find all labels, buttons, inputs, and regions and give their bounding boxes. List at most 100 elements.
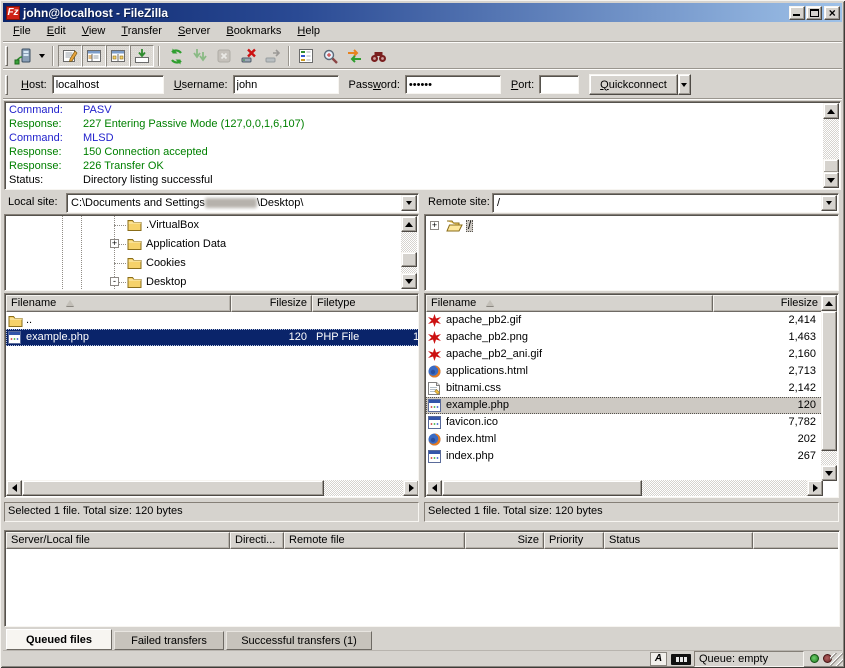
tree-item-label[interactable]: / — [466, 220, 473, 232]
tree-item[interactable]: Application Data — [6, 235, 401, 254]
remote-horizontal-scrollbar[interactable] — [426, 480, 823, 496]
password-input[interactable] — [405, 75, 501, 94]
tree-item[interactable]: Desktop — [6, 273, 401, 289]
column-header-server-local-file[interactable]: Server/Local file — [6, 532, 230, 549]
tree-expander[interactable] — [110, 277, 119, 286]
minimize-button[interactable] — [789, 6, 805, 20]
log-vertical-scrollbar[interactable] — [823, 103, 839, 188]
cancel-operation-button[interactable] — [212, 45, 236, 67]
scrollbar-thumb[interactable] — [823, 159, 839, 173]
menu-view[interactable]: View — [74, 23, 114, 40]
menu-server[interactable]: Server — [170, 23, 218, 40]
scroll-down-button[interactable] — [821, 465, 837, 481]
menu-file[interactable]: File — [5, 23, 39, 40]
username-input[interactable] — [233, 75, 339, 94]
menu-bookmarks[interactable]: Bookmarks — [218, 23, 289, 40]
title-bar[interactable]: Fz john@localhost - FileZilla × — [3, 3, 842, 22]
scrollbar-thumb[interactable] — [22, 480, 324, 496]
column-header-direction[interactable]: Directi... — [230, 532, 284, 549]
menu-edit[interactable]: Edit — [39, 23, 74, 40]
file-row[interactable]: favicon.ico 7,782 — [426, 414, 823, 431]
tab-successful-transfers[interactable]: Successful transfers (1) — [226, 631, 372, 650]
synchronized-browsing-button[interactable] — [342, 45, 366, 67]
file-row[interactable]: applications.html 2,713 — [426, 363, 823, 380]
remote-site-dropdown-button[interactable] — [821, 195, 837, 211]
column-header-last-modified[interactable]: L — [418, 295, 419, 312]
file-row-selected[interactable]: example.php 120 PHP File 1 — [6, 329, 419, 346]
scrollbar-thumb[interactable] — [442, 480, 642, 496]
quickconnect-grip[interactable] — [5, 75, 8, 95]
local-file-list[interactable]: Filename Filesize Filetype L .. example.… — [4, 293, 419, 498]
remote-vertical-scrollbar[interactable] — [821, 295, 837, 481]
file-row[interactable]: index.php 267 — [426, 448, 823, 465]
scroll-up-button[interactable] — [823, 103, 839, 119]
remote-directory-tree[interactable]: / — [424, 214, 839, 291]
quickconnect-dropdown-button[interactable] — [678, 74, 691, 95]
resize-grip[interactable] — [830, 653, 843, 666]
file-row[interactable]: bitnami.css 2,142 — [426, 380, 823, 397]
tree-item-label[interactable]: Desktop — [146, 276, 186, 288]
toggle-local-remote-panes-button[interactable] — [106, 45, 130, 67]
directory-comparison-button[interactable] — [318, 45, 342, 67]
file-row[interactable]: apache_pb2.gif 2,414 — [426, 312, 823, 329]
local-horizontal-scrollbar[interactable] — [6, 480, 419, 496]
scroll-right-button[interactable] — [807, 480, 823, 496]
scroll-up-button[interactable] — [821, 295, 837, 311]
column-header-remote-file[interactable]: Remote file — [284, 532, 465, 549]
tree-item-label[interactable]: Cookies — [146, 257, 186, 269]
host-input[interactable] — [52, 75, 164, 94]
tree-expander[interactable] — [110, 239, 119, 248]
site-manager-dropdown-button[interactable] — [35, 45, 48, 67]
reconnect-button[interactable] — [260, 45, 284, 67]
toggle-transfer-queue-button[interactable] — [130, 45, 154, 67]
menu-help[interactable]: Help — [289, 23, 328, 40]
transfer-queue[interactable]: Server/Local file Directi... Remote file… — [4, 530, 840, 627]
close-button[interactable]: × — [824, 6, 840, 20]
filezilla-logo-icon[interactable]: Fz — [6, 6, 20, 20]
maximize-button[interactable] — [806, 6, 822, 20]
scroll-left-button[interactable] — [426, 480, 442, 496]
file-row[interactable]: apache_pb2.png 1,463 — [426, 329, 823, 346]
scroll-up-button[interactable] — [401, 216, 417, 232]
tree-item[interactable]: .VirtualBox — [6, 216, 401, 235]
refresh-button[interactable] — [164, 45, 188, 67]
remote-file-list[interactable]: Filename Filesize apache_pb2.gif 2,414 a… — [424, 293, 839, 498]
tree-item[interactable]: Cookies — [6, 254, 401, 273]
remote-site-combo[interactable]: / — [492, 193, 839, 213]
menu-transfer[interactable]: Transfer — [113, 23, 170, 40]
column-header-priority[interactable]: Priority — [544, 532, 604, 549]
find-files-button[interactable] — [366, 45, 390, 67]
column-header-filesize[interactable]: Filesize — [231, 295, 312, 312]
toolbar-grip[interactable] — [5, 46, 8, 66]
port-input[interactable] — [539, 75, 579, 94]
tree-expander[interactable] — [430, 221, 439, 230]
scroll-right-button[interactable] — [403, 480, 419, 496]
scrollbar-thumb[interactable] — [401, 252, 417, 267]
speed-indicator-icon[interactable] — [671, 654, 691, 665]
tree-item-label[interactable]: Application Data — [146, 238, 226, 250]
local-tree-vertical-scrollbar[interactable] — [401, 216, 417, 289]
process-queue-button[interactable] — [188, 45, 212, 67]
file-row[interactable]: index.html 202 — [426, 431, 823, 448]
disconnect-button[interactable] — [236, 45, 260, 67]
toggle-message-log-button[interactable] — [58, 45, 82, 67]
local-directory-tree[interactable]: .VirtualBox Application Data Cookies Des… — [4, 214, 419, 291]
column-header-size[interactable]: Size — [465, 532, 544, 549]
tab-failed-transfers[interactable]: Failed transfers — [114, 631, 224, 650]
scroll-left-button[interactable] — [6, 480, 22, 496]
filename-filters-button[interactable] — [294, 45, 318, 67]
column-header-filename[interactable]: Filename — [426, 295, 713, 312]
site-manager-button[interactable] — [11, 45, 35, 67]
scroll-down-button[interactable] — [823, 172, 839, 188]
file-row[interactable]: .. — [6, 312, 419, 329]
quickconnect-button[interactable]: Quickconnect — [589, 74, 678, 95]
scroll-down-button[interactable] — [401, 273, 417, 289]
toggle-directory-tree-button[interactable] — [82, 45, 106, 67]
column-header-filesize[interactable]: Filesize — [713, 295, 823, 312]
data-type-ascii-icon[interactable]: A — [650, 652, 667, 666]
tree-item-label[interactable]: .VirtualBox — [146, 219, 199, 231]
local-site-combo[interactable]: C:\Documents and Settings\Desktop\ — [66, 193, 419, 213]
local-site-dropdown-button[interactable] — [401, 195, 417, 211]
column-header-filetype[interactable]: Filetype — [312, 295, 418, 312]
tab-queued-files[interactable]: Queued files — [6, 629, 112, 650]
